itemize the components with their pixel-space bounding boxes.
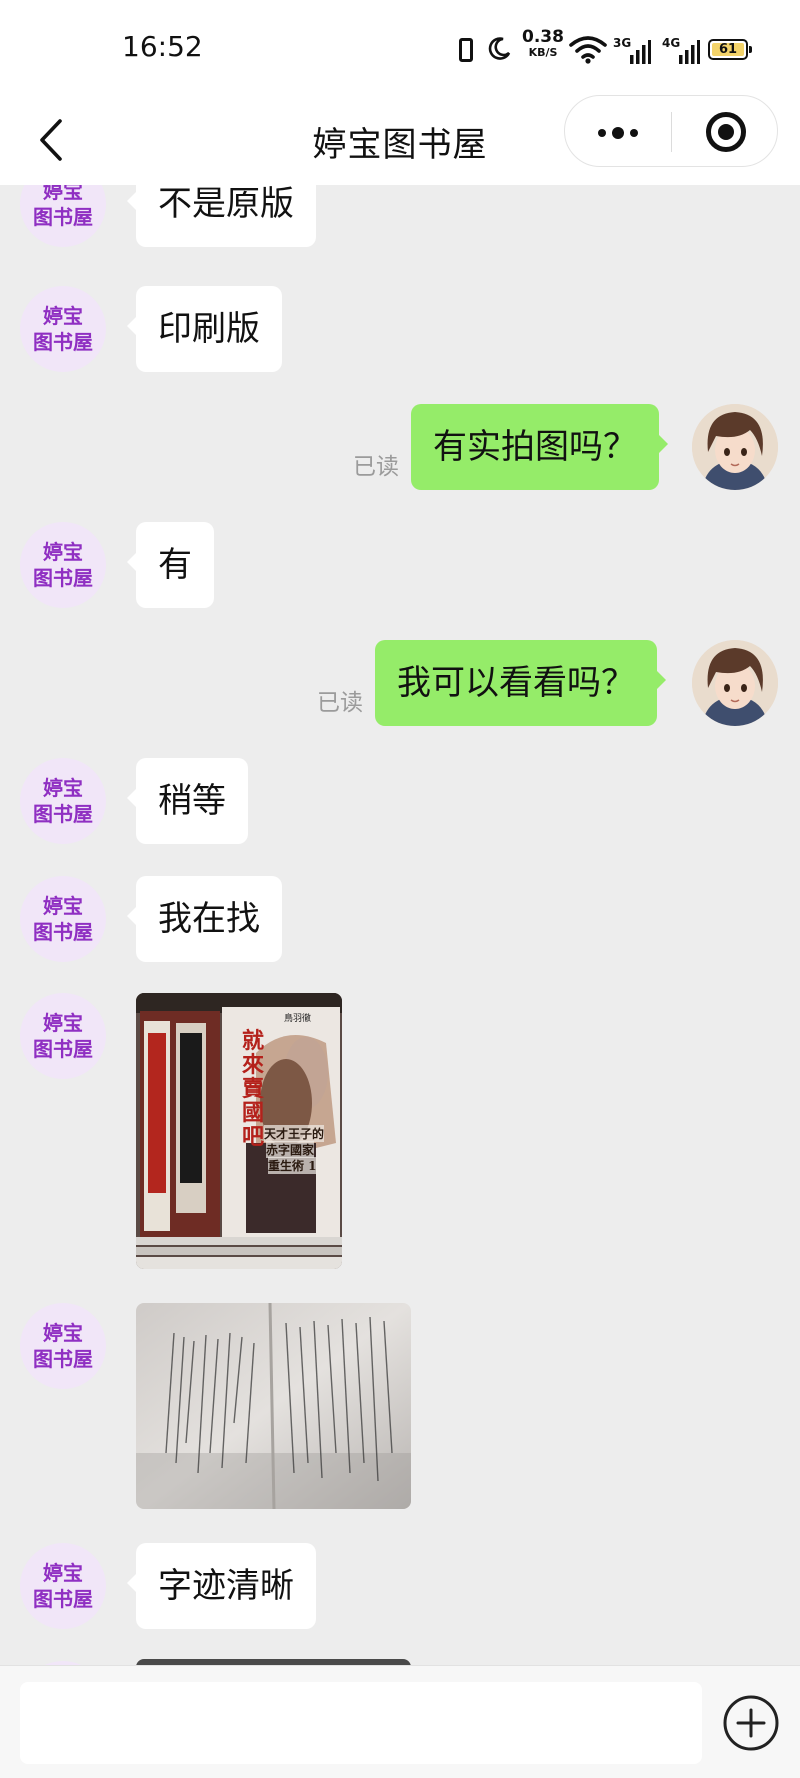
user-avatar-image (692, 640, 778, 726)
shop-avatar[interactable]: 婷宝 图书屋 (20, 1303, 106, 1389)
signal-4g: 4G (662, 36, 702, 64)
shop-avatar[interactable]: 婷宝 图书屋 (20, 185, 106, 247)
more-dot-icon (630, 129, 638, 137)
status-time: 16:52 (122, 30, 203, 63)
shop-avatar[interactable]: 婷宝 图书屋 (20, 758, 106, 844)
user-avatar[interactable] (692, 404, 778, 490)
shop-avatar-line2: 图书屋 (33, 330, 93, 354)
add-attachment-button[interactable] (722, 1694, 780, 1752)
shop-avatar-line1: 婷宝 (43, 894, 83, 918)
signal-bars-icon (630, 40, 651, 64)
shop-avatar[interactable]: 婷宝 图书屋 (20, 522, 106, 608)
shop-avatar-line1: 婷宝 (43, 1561, 83, 1585)
more-button[interactable] (565, 96, 671, 168)
network-speed-unit: KB/S (528, 46, 558, 59)
network-speed: 0.38 KB/S (521, 27, 565, 60)
message-bubble-in[interactable]: 印刷版 (127, 286, 282, 372)
shop-avatar-line1: 婷宝 (43, 776, 83, 800)
cover-subtitle-1: 天才王子的 (264, 1125, 325, 1142)
input-bar (0, 1665, 800, 1778)
wifi-icon (569, 36, 607, 64)
message-bubble-out[interactable]: 有实拍图吗？ (411, 404, 668, 490)
shop-avatar-line2: 图书屋 (33, 1587, 93, 1611)
cover-author: 鳥羽徹 (284, 1014, 312, 1024)
battery-icon: 61 (708, 39, 752, 60)
signal-3g: 3G (613, 36, 653, 64)
moon-icon (488, 37, 511, 60)
signal-bars-icon (679, 40, 700, 64)
battery-level: 61 (712, 43, 744, 56)
user-avatar[interactable] (692, 640, 778, 726)
shop-avatar-line2: 图书屋 (33, 205, 93, 229)
more-dot-icon (598, 129, 606, 137)
chat-area[interactable]: 婷宝 图书屋 不是原版 婷宝 图书屋 印刷版 已读 有实拍图吗？ 婷宝 图书屋 … (0, 185, 800, 1665)
shop-avatar-line1: 婷宝 (43, 1011, 83, 1035)
target-icon-core (718, 124, 734, 140)
book-page-image (136, 1303, 411, 1509)
shop-avatar-line1: 婷宝 (43, 540, 83, 564)
message-bubble-in[interactable]: 稍等 (127, 758, 248, 844)
shop-avatar-line2: 图书屋 (33, 566, 93, 590)
cover-subtitle-3: 重生術 1 (268, 1157, 317, 1174)
message-bubble-in[interactable]: 字迹清晰 (127, 1543, 316, 1629)
vibrate-phone-icon (459, 38, 473, 62)
shop-avatar-line2: 图书屋 (33, 1347, 93, 1371)
book-cover-photo[interactable]: 就來賣國吧 天才王子的 赤字國家 重生術 1 鳥羽徹 (136, 993, 342, 1269)
shop-avatar-line1: 婷宝 (43, 185, 83, 203)
message-bubble-in[interactable]: 我在找 (127, 876, 282, 962)
shop-avatar[interactable]: 婷宝 图书屋 (20, 876, 106, 962)
shop-avatar-line2: 图书屋 (33, 802, 93, 826)
shop-avatar-line1: 婷宝 (43, 304, 83, 328)
cover-subtitle-2: 赤字國家 (266, 1141, 315, 1158)
shop-avatar[interactable]: 婷宝 图书屋 (20, 993, 106, 1079)
message-bubble-out[interactable]: 我可以看看吗？ (375, 640, 666, 726)
mini-program-capsule (564, 95, 778, 167)
read-status: 已读 (317, 690, 363, 716)
battery-tip (749, 46, 752, 53)
message-bubble-in[interactable]: 不是原版 (127, 185, 316, 247)
nav-bar: 婷宝图书屋 (0, 95, 800, 185)
shop-avatar[interactable]: 婷宝 图书屋 (20, 286, 106, 372)
user-avatar-image (692, 404, 778, 490)
message-bubble-in[interactable]: 有 (127, 522, 214, 608)
close-mini-program-button[interactable] (672, 96, 779, 168)
shop-avatar-line2: 图书屋 (33, 920, 93, 944)
shop-avatar[interactable]: 婷宝 图书屋 (20, 1543, 106, 1629)
book-page-photo[interactable] (136, 1303, 411, 1509)
shop-avatar-line2: 图书屋 (33, 1037, 93, 1061)
status-bar: 16:52 0.38 KB/S 3G 4G 61 (0, 0, 800, 95)
message-input[interactable] (20, 1682, 702, 1764)
shop-avatar-line1: 婷宝 (43, 1321, 83, 1345)
network-speed-value: 0.38 (522, 27, 564, 47)
more-dot-icon (612, 127, 624, 139)
read-status: 已读 (353, 454, 399, 480)
